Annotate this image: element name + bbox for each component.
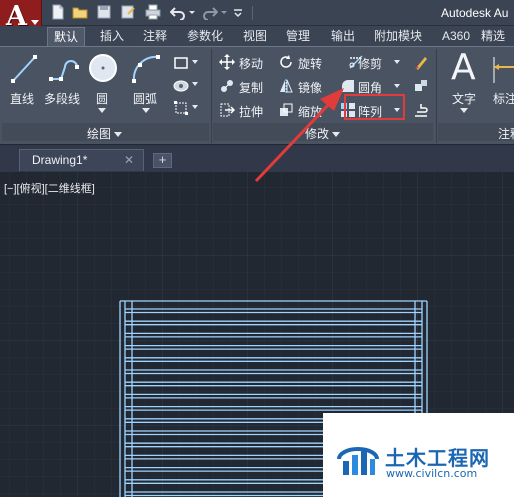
tab-parametric[interactable]: 参数化 (187, 27, 223, 46)
rotate-label[interactable]: 旋转 (298, 55, 322, 72)
save-as-icon[interactable] (120, 4, 136, 20)
plot-icon[interactable] (145, 4, 161, 20)
text-label: 文字 (452, 92, 477, 106)
move-icon[interactable] (219, 54, 235, 70)
chevron-down-icon (332, 132, 341, 138)
mirror-icon[interactable] (278, 78, 294, 94)
move-label[interactable]: 移动 (239, 55, 263, 72)
tab-home[interactable]: 默认 (47, 27, 86, 46)
polyline-label: 多段线 (44, 92, 81, 106)
line-icon (11, 55, 37, 83)
chevron-down-icon[interactable] (191, 103, 199, 111)
tab-manage[interactable]: 管理 (286, 27, 310, 46)
window-title: Autodesk Au (441, 6, 509, 20)
watermark-url: www.civilcn.com (386, 467, 478, 480)
undo-dropdown-icon[interactable] (188, 4, 196, 20)
tab-addins[interactable]: 附加模块 (374, 27, 422, 46)
hatch-icon[interactable] (173, 77, 189, 93)
new-file-icon[interactable] (50, 4, 66, 20)
dimension-icon (493, 57, 514, 83)
panel-divider (436, 49, 437, 143)
title-bar: Autodesk Au (0, 0, 514, 26)
arc-icon (132, 55, 160, 83)
polyline-icon (49, 60, 79, 81)
text-a-icon: A (451, 47, 476, 88)
mirror-label[interactable]: 镜像 (298, 79, 322, 96)
watermark-logo: 土木工程网 www.civilcn.com (323, 413, 514, 497)
dimension-label: 标注 (493, 92, 514, 106)
ribbon-tab-bar: 默认 插入 注释 参数化 视图 管理 输出 附加模块 A360 精选 (0, 26, 514, 46)
arc-label: 圆弧 (133, 92, 158, 106)
save-icon[interactable] (96, 4, 112, 20)
copy-label[interactable]: 复制 (239, 79, 263, 96)
chevron-down-icon[interactable] (191, 80, 199, 88)
panel-divider (211, 49, 212, 143)
circle-icon (89, 54, 117, 82)
open-folder-icon[interactable] (72, 4, 88, 20)
explode-icon[interactable] (413, 78, 429, 94)
tab-view[interactable]: 视图 (243, 27, 267, 46)
tab-insert[interactable]: 插入 (100, 27, 124, 46)
undo-icon[interactable] (170, 4, 186, 20)
rotate-icon[interactable] (278, 54, 294, 70)
erase-icon[interactable] (413, 54, 429, 70)
circle-label: 圆 (96, 92, 109, 106)
stretch-label[interactable]: 拉伸 (239, 103, 263, 120)
trim-label[interactable]: 修剪 (358, 55, 382, 72)
scale-label[interactable]: 缩放 (298, 103, 322, 120)
document-tab-bar: Drawing1* ✕ + (0, 144, 514, 172)
separator (252, 6, 253, 20)
redo-dropdown-icon[interactable] (220, 4, 228, 20)
scale-icon[interactable] (278, 102, 294, 118)
chevron-down-icon[interactable] (191, 58, 199, 66)
rectangle-icon[interactable] (173, 55, 189, 71)
offset-icon[interactable] (413, 102, 429, 118)
redo-icon[interactable] (202, 4, 218, 20)
tab-output[interactable]: 输出 (331, 27, 355, 46)
modify-panel-title[interactable]: 修改 (305, 125, 341, 142)
copy-icon[interactable] (219, 78, 235, 94)
modify-panel-title-label: 修改 (305, 127, 330, 141)
chevron-down-icon[interactable] (393, 82, 401, 90)
chevron-down-icon (98, 108, 106, 113)
chevron-down-icon (460, 108, 468, 113)
chevron-down-icon (142, 108, 150, 113)
tab-a360[interactable]: A360 (442, 27, 470, 46)
tab-annotate[interactable]: 注释 (143, 27, 167, 46)
region-icon[interactable] (173, 100, 189, 116)
fillet-icon[interactable] (340, 78, 356, 94)
drawing-tab[interactable]: Drawing1* ✕ (19, 149, 144, 171)
drawing-tab-label: Drawing1* (32, 153, 88, 167)
draw-panel-title[interactable]: 绘图 (87, 125, 123, 142)
close-icon[interactable]: ✕ (124, 153, 134, 167)
tab-featured[interactable]: 精选 (481, 27, 505, 46)
line-label: 直线 (10, 92, 35, 106)
chevron-down-icon (31, 20, 39, 25)
autocad-window: Autodesk Au A 默认 插入 注释 参数化 视图 管理 输出 附加模块… (0, 0, 514, 497)
customize-qa-icon[interactable] (233, 4, 243, 20)
ribbon-panel: 直线 多段线 圆 圆弧 绘图 移动 旋转 修剪 复制 镜像 圆角 拉伸 缩放 阵… (0, 46, 514, 144)
annotation-panel-title[interactable]: 注释 (498, 125, 514, 142)
watermark-emblem (337, 447, 379, 475)
trim-highlight-box (344, 94, 405, 120)
stretch-icon[interactable] (219, 102, 235, 118)
new-tab-button[interactable]: + (153, 153, 172, 168)
chevron-down-icon[interactable] (393, 58, 401, 66)
draw-panel-title-label: 绘图 (87, 127, 112, 141)
chevron-down-icon (114, 132, 123, 138)
